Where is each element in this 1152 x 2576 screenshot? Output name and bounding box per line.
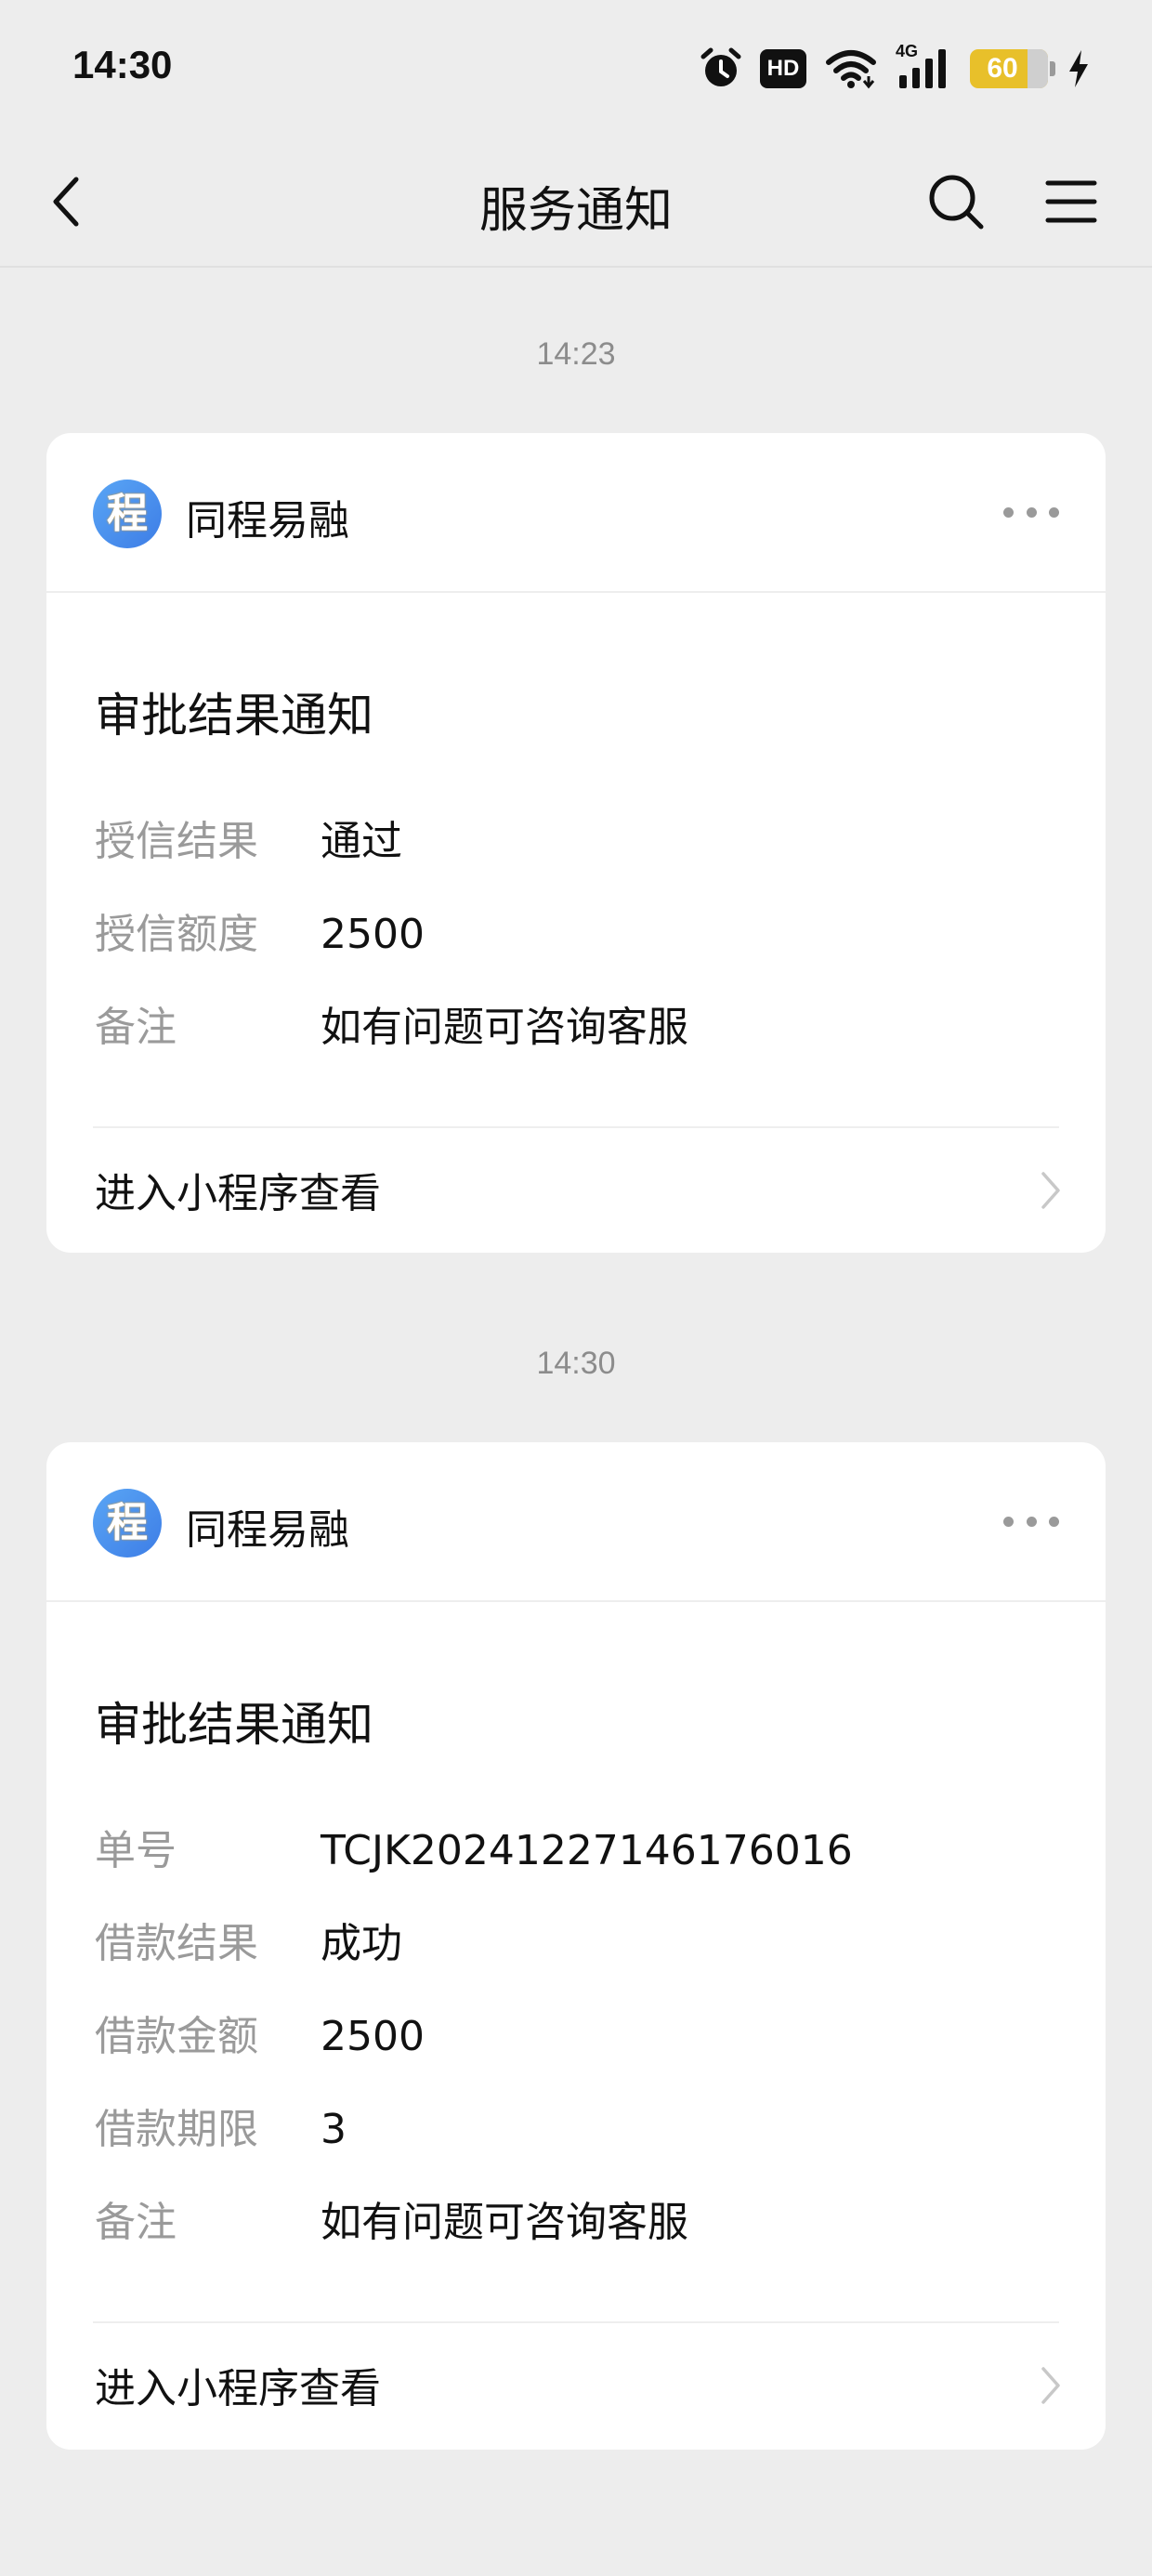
field-row: 授信结果 通过 [95, 814, 1059, 870]
message-timestamp: 14:30 [536, 1346, 616, 1381]
field-row: 借款期限 3 [95, 2102, 1059, 2158]
open-mini-program-label: 进入小程序查看 [95, 2365, 381, 2412]
field-label: 备注 [95, 1004, 177, 1051]
card-title: 审批结果通知 [95, 1698, 373, 1752]
menu-button[interactable] [1041, 169, 1102, 234]
search-icon [929, 175, 984, 230]
status-time: 14:30 [72, 43, 173, 86]
status-bar: 14:30 HD 4G 60 [0, 0, 1152, 136]
battery-icon: 60 [970, 49, 1055, 88]
field-label: 借款期限 [95, 2106, 258, 2153]
wifi-icon [825, 48, 877, 89]
hd-icon: HD [760, 49, 806, 88]
field-label: 借款结果 [95, 1920, 258, 1967]
field-row: 单号 TCJK20241227146176016 [95, 1823, 1059, 1879]
field-label: 单号 [95, 1827, 177, 1874]
field-label: 备注 [95, 2199, 177, 2246]
open-mini-program-label: 进入小程序查看 [95, 1170, 381, 1217]
more-dot-icon [1003, 506, 1014, 518]
field-row: 借款金额 2500 [95, 2009, 1059, 2065]
battery-level: 60 [987, 53, 1018, 84]
field-value: 3 [321, 2106, 347, 2153]
network-type-label: 4G [896, 42, 919, 60]
field-value: 2500 [321, 911, 425, 958]
card-header: 程 同程易融 [46, 433, 1106, 593]
field-value: 通过 [321, 818, 402, 865]
alarm-icon [700, 47, 741, 90]
search-button[interactable] [925, 169, 987, 234]
field-label: 授信额度 [95, 911, 258, 958]
field-label: 借款金额 [95, 2013, 258, 2060]
signal-icon: 4G [896, 42, 951, 90]
message-timestamp: 14:23 [536, 336, 616, 372]
field-value: TCJK20241227146176016 [321, 1827, 853, 1874]
field-row: 备注 如有问题可咨询客服 [95, 1000, 1059, 1056]
field-value: 如有问题可咨询客服 [321, 1004, 688, 1051]
app-logo: 程 [93, 480, 162, 548]
message-card[interactable]: 程 同程易融 审批结果通知 单号 TCJK20241227146176016 借… [46, 1442, 1106, 2450]
field-label: 授信结果 [95, 818, 258, 865]
field-row: 借款结果 成功 [95, 1916, 1059, 1972]
open-mini-program-link[interactable]: 进入小程序查看 [46, 2323, 1106, 2448]
more-options-button[interactable] [1003, 498, 1059, 526]
field-value: 2500 [321, 2013, 425, 2060]
card-title: 审批结果通知 [95, 689, 373, 743]
nav-bar: 服务通知 [0, 136, 1152, 268]
field-row: 授信额度 2500 [95, 907, 1059, 963]
status-icons: HD 4G 60 [700, 41, 1091, 97]
charging-icon [1067, 48, 1091, 89]
app-logo: 程 [93, 1489, 162, 1557]
menu-icon [1045, 180, 1097, 223]
more-options-button[interactable] [1003, 1507, 1059, 1535]
open-mini-program-link[interactable]: 进入小程序查看 [46, 1128, 1106, 1253]
field-value: 成功 [321, 1920, 402, 1967]
chevron-right-icon [1037, 2362, 1065, 2409]
message-card[interactable]: 程 同程易融 审批结果通知 授信结果 通过 授信额度 2500 备注 如有问题可… [46, 433, 1106, 1253]
chevron-right-icon [1037, 1167, 1065, 1214]
more-dot-icon [1003, 1516, 1014, 1527]
field-value: 如有问题可咨询客服 [321, 2199, 688, 2246]
app-name: 同程易融 [186, 1506, 349, 1554]
app-name: 同程易融 [186, 497, 349, 545]
card-header: 程 同程易融 [46, 1442, 1106, 1602]
field-row: 备注 如有问题可咨询客服 [95, 2195, 1059, 2251]
